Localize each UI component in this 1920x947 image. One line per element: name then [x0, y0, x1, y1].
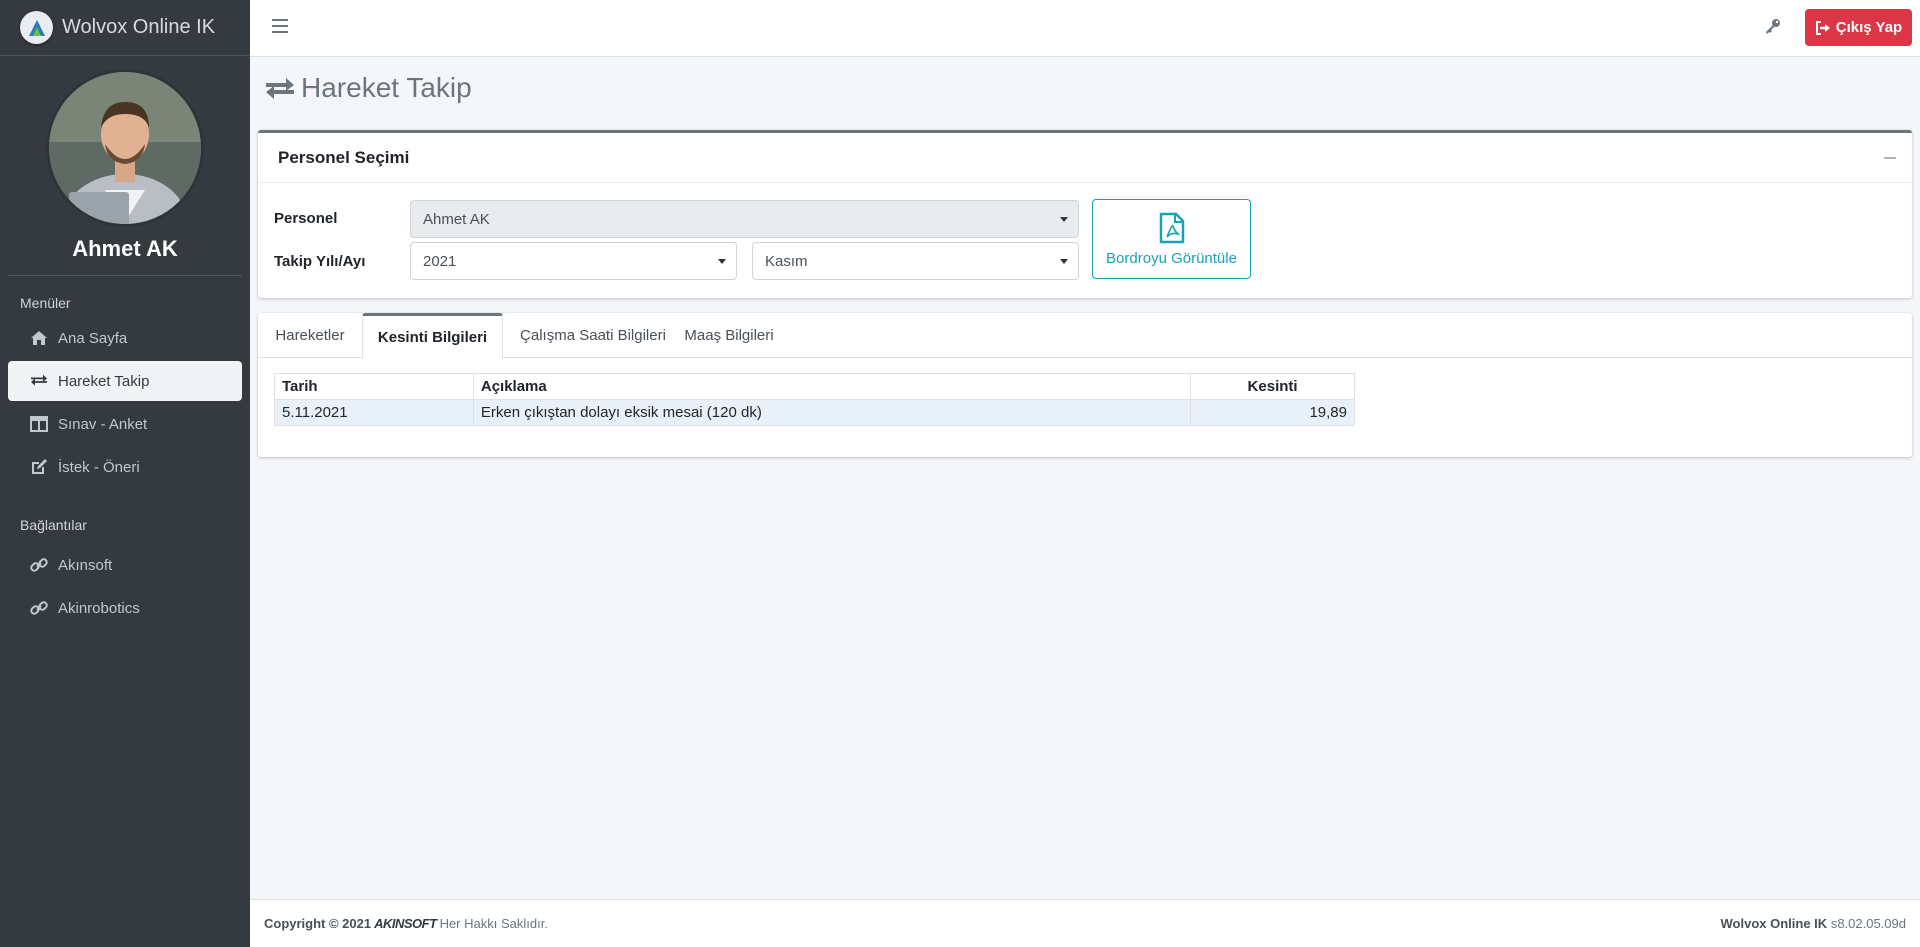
key-icon[interactable] — [1764, 17, 1782, 40]
nav-header-links: Bağlantılar — [20, 517, 87, 533]
sidebar-item-label: İstek - Öneri — [58, 458, 140, 476]
card-title: Personel Seçimi — [278, 147, 410, 167]
year-select-value: 2021 — [423, 252, 457, 270]
sign-out-icon — [1815, 20, 1830, 35]
sidebar-item-akinrobotics[interactable]: Akinrobotics — [8, 588, 242, 628]
year-select[interactable]: 2021 — [410, 242, 737, 280]
footer-copyright: Copyright © 2021 — [264, 916, 372, 931]
tab-bar: Hareketler Kesinti Bilgileri Çalışma Saa… — [258, 313, 1912, 359]
footer-app-name: Wolvox Online IK — [1720, 916, 1828, 931]
nav-header-menus: Menüler — [20, 295, 71, 311]
sidebar-item-label: Akinrobotics — [58, 599, 140, 617]
link-icon — [28, 598, 50, 618]
brand-link[interactable]: Wolvox Online IK — [0, 0, 250, 56]
user-name: Ahmet AK — [72, 236, 178, 261]
file-pdf-icon — [1159, 212, 1184, 243]
columns-icon — [28, 414, 50, 434]
tab-hareketler[interactable]: Hareketler — [258, 313, 362, 358]
sidebar-item-akinsoft[interactable]: Akınsoft — [8, 545, 242, 585]
logout-label: Çıkış Yap — [1835, 19, 1903, 36]
column-header-description[interactable]: Açıklama — [472, 373, 1192, 400]
table-header-row: Tarih Açıklama Kesinti — [274, 373, 1355, 400]
top-navbar: Çıkış Yap — [250, 0, 1920, 57]
collapse-icon[interactable] — [1884, 157, 1896, 159]
edit-icon — [28, 457, 50, 477]
hamburger-menu-icon[interactable] — [272, 19, 288, 35]
exchange-icon — [28, 371, 50, 391]
cell-date: 5.11.2021 — [274, 399, 474, 426]
page-title-text: Hareket Takip — [301, 72, 472, 103]
table-row[interactable]: 5.11.2021 Erken çıkıştan dolayı eksik me… — [274, 399, 1355, 426]
sidebar-item-label: Sınav - Anket — [58, 415, 148, 433]
sidebar-item-label: Hareket Takip — [58, 372, 150, 390]
page-title: Hareket Takip — [265, 72, 472, 104]
chevron-down-icon — [1060, 217, 1068, 222]
sidebar-item-label: Ana Sayfa — [58, 329, 128, 347]
sidebar-item-label: Akınsoft — [58, 556, 113, 574]
month-select-value: Kasım — [765, 252, 808, 270]
personnel-selection-card: Personel Seçimi Personel Ahmet AK Takip … — [258, 130, 1912, 298]
column-header-amount[interactable]: Kesinti — [1190, 373, 1355, 400]
card-header: Personel Seçimi — [258, 133, 1912, 183]
month-select[interactable]: Kasım — [752, 242, 1079, 280]
sidebar: Wolvox Online IK Ahmet AK Menüler Ana Sa… — [0, 0, 250, 947]
footer-version: s8.02.05.09d — [1830, 916, 1906, 931]
chevron-down-icon — [1060, 259, 1068, 264]
sidebar-item-istek-oneri[interactable]: İstek - Öneri — [8, 447, 242, 487]
cell-description: Erken çıkıştan dolayı eksik mesai (120 d… — [472, 399, 1192, 426]
footer-version-info: Wolvox Online IK s8.02.05.09d — [1721, 916, 1906, 931]
tab-maas-bilgileri[interactable]: Maaş Bilgileri — [682, 313, 776, 358]
details-card: Hareketler Kesinti Bilgileri Çalışma Saa… — [258, 313, 1912, 457]
home-icon — [28, 328, 50, 348]
view-payroll-label: Bordroyu Görüntüle — [1106, 249, 1237, 267]
personel-select-value: Ahmet AK — [423, 210, 490, 228]
brand-title: Wolvox Online IK — [62, 16, 216, 38]
column-header-date[interactable]: Tarih — [274, 373, 474, 400]
period-label: Takip Yılı/Ayı — [274, 253, 366, 270]
sidebar-item-hareket-takip[interactable]: Hareket Takip — [8, 361, 242, 401]
exchange-icon — [266, 78, 294, 99]
link-icon — [28, 555, 50, 575]
footer-rights: Her Hakkı Saklıdır. — [439, 916, 548, 931]
tab-kesinti-bilgileri[interactable]: Kesinti Bilgileri — [362, 313, 503, 359]
sidebar-item-ana-sayfa[interactable]: Ana Sayfa — [8, 318, 242, 358]
cell-amount: 19,89 — [1190, 399, 1355, 426]
akinsoft-logo[interactable]: AKINSOFT — [374, 916, 437, 931]
avatar[interactable] — [49, 72, 201, 224]
view-payroll-button[interactable]: Bordroyu Görüntüle — [1092, 199, 1251, 279]
brand-logo-icon — [20, 11, 53, 44]
tab-calisma-saati-bilgileri[interactable]: Çalışma Saati Bilgileri — [504, 313, 682, 358]
personel-label: Personel — [274, 210, 338, 227]
logout-button[interactable]: Çıkış Yap — [1805, 9, 1912, 46]
chevron-down-icon — [718, 259, 726, 264]
footer: Copyright © 2021 AKINSOFT Her Hakkı Sakl… — [250, 899, 1920, 947]
user-panel: Ahmet AK — [8, 56, 242, 276]
sidebar-item-sinav-anket[interactable]: Sınav - Anket — [8, 404, 242, 444]
deductions-table: Tarih Açıklama Kesinti 5.11.2021 Erken ç… — [274, 373, 1355, 426]
personel-select[interactable]: Ahmet AK — [410, 200, 1079, 238]
